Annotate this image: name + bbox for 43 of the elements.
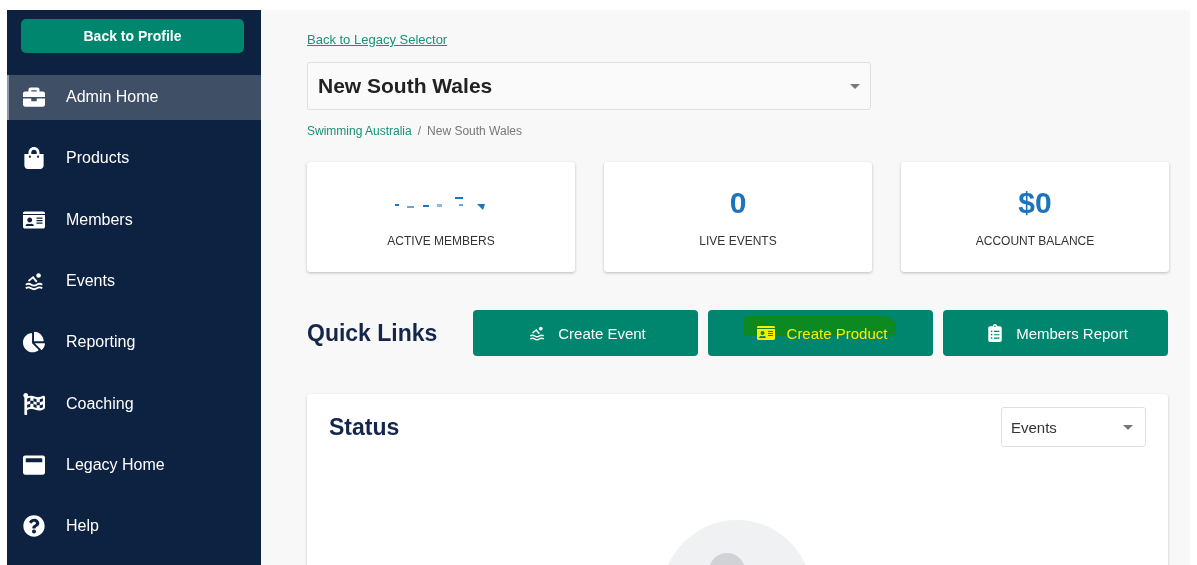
sidebar-item[interactable]: Coaching	[7, 381, 261, 427]
dropdown-caret-icon	[850, 83, 860, 89]
breadcrumb-separator: /	[417, 124, 422, 138]
window-icon	[22, 454, 46, 477]
sidebar-item[interactable]: Reporting	[7, 319, 261, 366]
help-icon	[22, 515, 46, 538]
checkered-flag-icon	[22, 392, 46, 415]
pie-chart-icon	[22, 331, 46, 354]
back-to-profile-button[interactable]: Back to Profile	[21, 19, 244, 53]
stat-value: 0	[729, 186, 747, 220]
sidebar-item-label: Legacy Home	[66, 456, 165, 475]
stat-value: $0	[1018, 186, 1052, 220]
sidebar-item-label: Products	[66, 149, 130, 168]
sidebar-item[interactable]: Help	[7, 503, 261, 549]
quick-link-button[interactable]: Members Report	[943, 310, 1168, 356]
briefcase-icon	[22, 86, 46, 109]
quick-link-button[interactable]: Create Event	[473, 310, 698, 356]
breadcrumb-current: New South Wales	[427, 124, 522, 138]
quick-links-title: Quick Links	[307, 319, 439, 347]
status-select[interactable]: Events	[1001, 407, 1146, 447]
sidebar-item-label: Admin Home	[66, 88, 159, 107]
status-title: Status	[329, 414, 400, 441]
sidebar-item-label: Coaching	[66, 394, 134, 413]
breadcrumb-link[interactable]: Swimming Australia	[307, 124, 412, 138]
sidebar-item[interactable]: Legacy Home	[7, 442, 261, 488]
stat-label: ACTIVE MEMBERS	[387, 234, 495, 248]
sidebar-item[interactable]: Admin Home	[7, 74, 261, 120]
quick-link-button[interactable]: Create Product	[708, 310, 933, 356]
organisation-select[interactable]: New South Wales	[307, 62, 871, 110]
sidebar-item-label: Reporting	[66, 333, 136, 352]
sidebar-item-label: Events	[66, 272, 115, 291]
sidebar-item-label: Help	[66, 517, 99, 536]
shopping-bag-icon	[22, 147, 46, 170]
stat-label: ACCOUNT BALANCE	[975, 234, 1095, 248]
sidebar-item[interactable]: Products	[7, 135, 261, 182]
dropdown-caret-icon	[1123, 424, 1133, 430]
sidebar-item[interactable]: Members	[7, 197, 261, 243]
sidebar-item[interactable]: Events	[7, 258, 261, 304]
back-to-legacy-selector-link[interactable]: Back to Legacy Selector	[307, 32, 448, 47]
stat-label: LIVE EVENTS	[699, 234, 777, 248]
sidebar-item-label: Members	[66, 210, 133, 229]
swimmer-icon	[22, 270, 46, 293]
id-card-icon	[22, 208, 46, 231]
